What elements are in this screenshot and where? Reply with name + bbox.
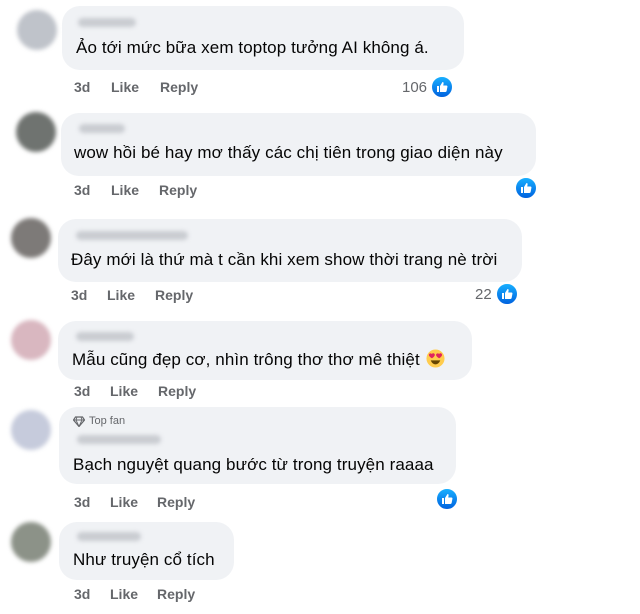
comment-text: Bạch nguyệt quang bước từ trong truyện r… [73,455,434,474]
reply-button[interactable]: Reply [157,586,195,602]
reply-button[interactable]: Reply [160,79,198,95]
like-button[interactable]: Like [110,494,138,510]
top-fan-badge[interactable]: Top fan [73,415,125,427]
avatar[interactable] [11,320,51,360]
like-button[interactable]: Like [107,287,135,303]
avatar[interactable] [16,112,56,152]
diamond-icon [73,415,85,427]
comment-bubble: Như truyện cổ tích [59,522,234,580]
comment-bubble: Mẫu cũng đẹp cơ, nhìn trông thơ thơ mê t… [58,321,472,380]
author-name-blurred[interactable] [76,332,134,341]
like-icon [494,282,519,306]
reaction-summary[interactable] [511,176,538,200]
author-name-blurred[interactable] [77,435,161,444]
timestamp[interactable]: 3d [74,586,90,602]
like-icon [435,487,459,511]
timestamp[interactable]: 3d [71,287,87,303]
reply-button[interactable]: Reply [158,383,196,399]
like-icon [514,176,538,200]
like-icon [430,75,455,99]
top-fan-label: Top fan [89,415,126,427]
reaction-count: 106 [402,78,428,96]
author-name-blurred[interactable] [79,124,125,133]
heart-eyes-emoji [426,349,445,373]
like-button[interactable]: Like [110,383,138,399]
comment-text: Mẫu cũng đẹp cơ, nhìn trông thơ thơ mê t… [72,349,445,373]
avatar[interactable] [11,410,51,450]
timestamp[interactable]: 3d [74,79,90,95]
avatar[interactable] [17,10,57,50]
reaction-summary[interactable]: 22 [475,282,519,306]
comment-text: Đây mới là thứ mà t cần khi xem show thờ… [71,250,498,269]
comment-bubble: Đây mới là thứ mà t cần khi xem show thờ… [58,219,522,282]
author-name-blurred[interactable] [76,231,188,240]
comment-bubble: wow hồi bé hay mơ thấy các chị tiên tron… [61,113,536,176]
reaction-count: 22 [475,285,492,303]
timestamp[interactable]: 3d [74,494,90,510]
comment-bubble: Ảo tới mức bữa xem toptop tưởng AI không… [62,6,464,70]
reply-button[interactable]: Reply [157,494,195,510]
reply-button[interactable]: Reply [155,287,193,303]
author-name-blurred[interactable] [78,18,136,27]
reply-button[interactable]: Reply [159,182,197,198]
avatar[interactable] [11,522,51,562]
comment-text: Như truyện cổ tích [73,550,215,569]
reaction-summary[interactable] [432,487,459,511]
like-button[interactable]: Like [111,79,139,95]
author-name-blurred[interactable] [77,532,141,541]
timestamp[interactable]: 3d [74,383,90,399]
reaction-summary[interactable]: 106 [402,75,455,99]
like-button[interactable]: Like [110,586,138,602]
comment-text-content: Mẫu cũng đẹp cơ, nhìn trông thơ thơ mê t… [72,350,420,369]
timestamp[interactable]: 3d [74,182,90,198]
comment-text: Ảo tới mức bữa xem toptop tưởng AI không… [76,38,429,57]
comment-bubble: Top fan Bạch nguyệt quang bước từ trong … [59,407,456,484]
like-button[interactable]: Like [111,182,139,198]
avatar[interactable] [11,218,51,258]
comment-text: wow hồi bé hay mơ thấy các chị tiên tron… [74,143,503,162]
